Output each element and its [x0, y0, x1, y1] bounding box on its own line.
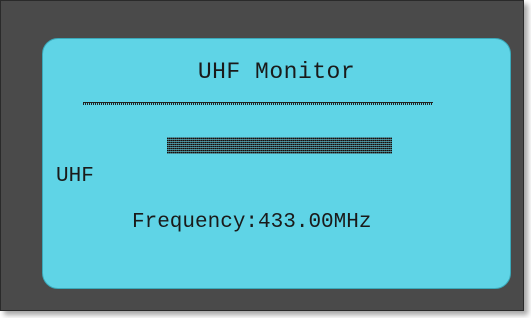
lcd-screen: UHF Monitor UHF Frequency:433.00MHz: [42, 38, 511, 289]
screen-title: UHF Monitor: [197, 59, 356, 85]
frequency-readout: Frequency:433.00MHz: [132, 211, 371, 234]
band-label: UHF: [56, 165, 94, 188]
signal-strength-bar: [167, 137, 392, 154]
frequency-label: Frequency:: [132, 211, 259, 234]
device-bezel: UHF Monitor UHF Frequency:433.00MHz: [0, 0, 524, 311]
signal-strength-meter: [167, 137, 392, 154]
title-underline: [83, 102, 433, 105]
frequency-value: 433.00MHz: [258, 211, 372, 234]
